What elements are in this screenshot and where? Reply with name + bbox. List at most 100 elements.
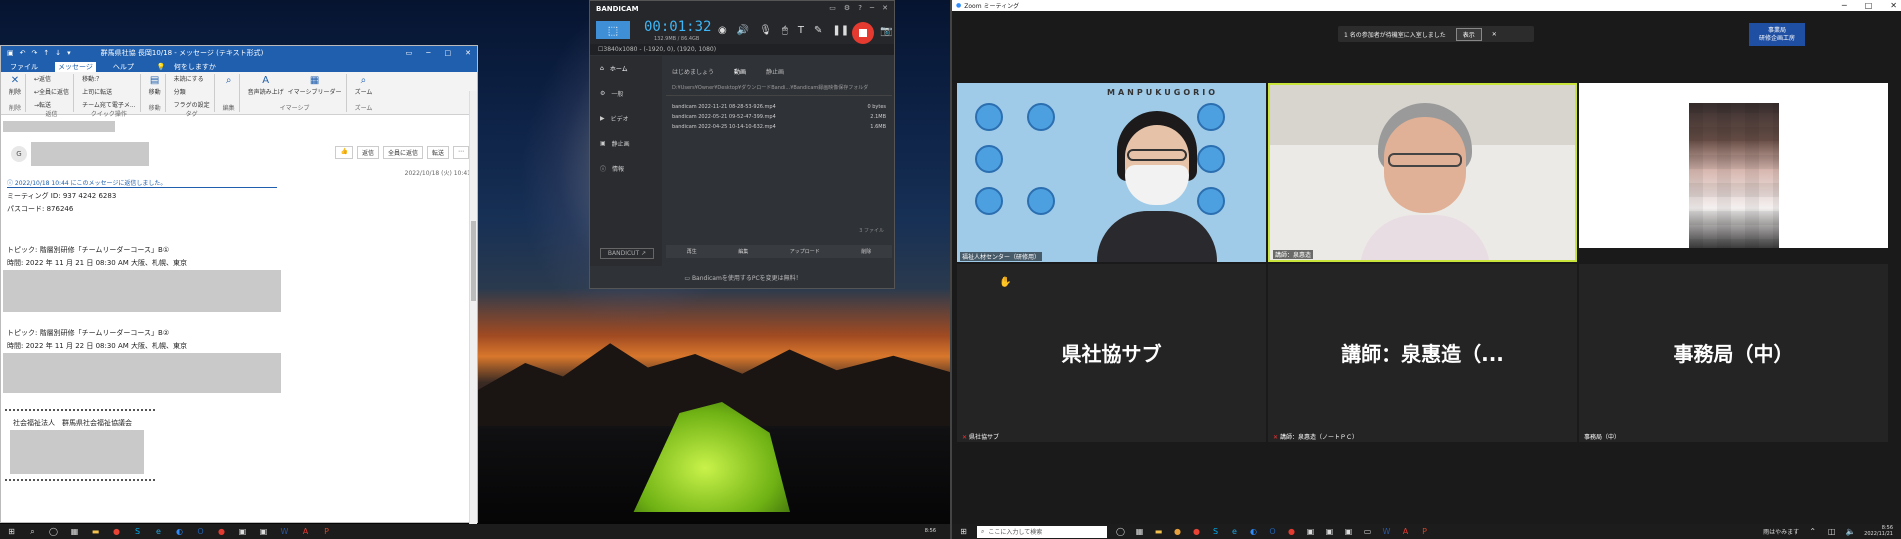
acrobat-app-icon[interactable]: A [300, 526, 311, 537]
file-explorer-icon[interactable]: ▬ [1153, 526, 1164, 537]
close-icon[interactable]: ✕ [465, 49, 471, 57]
minimize-icon[interactable]: ─ [426, 49, 430, 57]
windows-start-icon[interactable]: ⊞ [6, 526, 17, 537]
reply-all-button[interactable]: ↩全員に返信 [34, 87, 69, 96]
sidebar-item-video[interactable]: ▶ ビデオ [590, 106, 662, 131]
camera-app-icon[interactable]: ▭ [1362, 526, 1373, 537]
follow-up-button[interactable]: フラグの設定 [174, 100, 210, 109]
bandicam-app-icon[interactable]: ● [216, 526, 227, 537]
tab-video[interactable]: 動画 [734, 67, 746, 76]
minimize-icon[interactable]: ─ [1842, 1, 1847, 10]
app-icon[interactable]: ▣ [1343, 526, 1354, 537]
edit-button[interactable]: 編集 [738, 248, 748, 255]
folder-icon[interactable]: ▭ [829, 4, 836, 12]
chrome-icon[interactable]: ● [111, 526, 122, 537]
file-row[interactable]: bandicam 2022-11-21 08-28-53-926.mp4 0 by… [672, 102, 886, 112]
scrollbar-thumb[interactable] [471, 221, 476, 301]
read-aloud-button[interactable]: A 音声読み上げ [248, 74, 284, 97]
microphone-icon[interactable]: 🎙 [759, 25, 772, 36]
close-icon[interactable]: ✕ [882, 4, 888, 12]
skype-icon[interactable]: S [1210, 526, 1221, 537]
tab-getting-started[interactable]: はじめましょう [672, 67, 714, 76]
zoom-app-icon[interactable]: ◐ [1248, 526, 1259, 537]
bandicut-button[interactable]: BANDICUT ↗ [600, 248, 654, 259]
widgets-icon[interactable]: ▦ [69, 526, 80, 537]
file-explorer-icon[interactable]: ▬ [90, 526, 101, 537]
screenshot-icon[interactable]: 📷 [880, 26, 892, 37]
volume-icon[interactable]: 🔈 [1845, 526, 1856, 537]
quick-step-team-email[interactable]: チーム宛て電子メ... [82, 100, 136, 109]
tab-image[interactable]: 静止画 [766, 67, 784, 76]
tab-file[interactable]: ファイル [7, 62, 41, 72]
pane-reply-button[interactable]: 返信 [356, 146, 379, 159]
edge-icon[interactable]: e [1229, 526, 1240, 537]
chrome-icon[interactable]: ● [1191, 526, 1202, 537]
gear-icon[interactable]: ⚙ [844, 4, 850, 12]
categorize-button[interactable]: 分類 [174, 87, 186, 96]
pen-icon[interactable]: ✎ [814, 25, 822, 36]
name-tile-1[interactable]: 県社協サブ ✕ 県社協サブ [957, 264, 1266, 442]
powerpoint-app-icon[interactable]: P [321, 526, 332, 537]
name-tile-2[interactable]: 講師：泉惠造（... ✕ 講師：泉惠造（ノートＰＣ） [1268, 264, 1577, 442]
video-tile-1[interactable]: MANPUKUGORIO 福祉人材センター（研修用） [957, 83, 1266, 262]
delete-button[interactable]: 削除 [861, 248, 871, 255]
bandicam-footer[interactable]: ▭ Bandicamを使用するPCを変更は無料！ [590, 273, 896, 282]
bandicam-app-icon[interactable]: ● [1286, 526, 1297, 537]
taskbar-search-box[interactable]: ⌕ ここに入力して検索 [977, 525, 1107, 538]
word-app-icon[interactable]: W [279, 526, 290, 537]
move-button[interactable]: ▤ 移動 [149, 74, 161, 97]
tab-message[interactable]: メッセージ [55, 62, 96, 72]
outlook-app-icon[interactable]: O [1267, 526, 1278, 537]
tell-me-search[interactable]: 💡 何をしますか [151, 62, 222, 72]
task-view-icon[interactable]: ▦ [1134, 526, 1145, 537]
weather-text[interactable]: 雨はやみます [1763, 527, 1799, 536]
play-button[interactable]: 再生 [687, 248, 697, 255]
edge-icon[interactable]: e [153, 526, 164, 537]
help-icon[interactable]: ? [858, 4, 862, 12]
speaker-icon[interactable]: 🔊 [737, 25, 749, 36]
taskbar-clock-right[interactable]: 8:56 2022/11/21 [1864, 525, 1901, 537]
sidebar-item-home[interactable]: ⌂ ホーム [590, 56, 662, 81]
windows-start-icon[interactable]: ⊞ [958, 526, 969, 537]
delete-button[interactable]: ✕ 削除 [9, 74, 21, 97]
video-tile-3-pixelated[interactable] [1579, 83, 1888, 262]
outlook-app-icon[interactable]: O [195, 526, 206, 537]
app-icon[interactable]: ▣ [1324, 526, 1335, 537]
ribbon-display-icon[interactable]: ▭ [406, 49, 413, 57]
cortana-icon[interactable]: ◯ [1115, 526, 1126, 537]
redo-icon[interactable]: ↷ [32, 49, 38, 57]
search-icon[interactable]: ⌕ [27, 526, 38, 537]
message-scrollbar[interactable] [469, 91, 477, 524]
editing-button[interactable]: ⌕ [223, 74, 235, 86]
text-icon[interactable]: T [798, 25, 804, 36]
reply-button[interactable]: ↩返信 [34, 74, 51, 83]
mark-unread-button[interactable]: 未読にする [174, 74, 204, 83]
upload-button[interactable]: アップロード [790, 248, 820, 255]
zoom-app-icon[interactable]: ◐ [174, 526, 185, 537]
close-icon[interactable]: ✕ [1492, 31, 1497, 38]
more-actions-icon[interactable]: ⋯ [453, 146, 469, 159]
name-tile-3[interactable]: 事務局（中） 事務局（中） [1579, 264, 1888, 442]
down-arrow-icon[interactable]: ↓ [55, 49, 61, 57]
sidebar-item-info[interactable]: ⓘ 情報 [590, 156, 662, 181]
minimize-icon[interactable]: ─ [870, 4, 874, 12]
maximize-icon[interactable]: □ [1865, 1, 1873, 10]
undo-icon[interactable]: ↶ [20, 49, 26, 57]
app-icon[interactable]: ▣ [258, 526, 269, 537]
app-icon[interactable]: ▣ [1305, 526, 1316, 537]
word-app-icon[interactable]: W [1381, 526, 1392, 537]
pane-reply-all-button[interactable]: 全員に返信 [382, 146, 423, 159]
file-row[interactable]: bandicam 2022-04-25 10-14-10-632.mp4 1.6M… [672, 122, 886, 132]
skype-icon[interactable]: S [132, 526, 143, 537]
save-icon[interactable]: ▣ [7, 49, 14, 57]
quick-step-to-manager[interactable]: 上司に転送 [82, 87, 112, 96]
customize-qat-icon[interactable]: ▾ [67, 49, 71, 57]
pause-icon[interactable]: ❚❚ [832, 25, 849, 36]
mouse-icon[interactable]: 🖱 [782, 25, 788, 36]
stop-record-button[interactable] [852, 22, 874, 44]
immersive-reader-button[interactable]: ▦ イマーシブリーダー [288, 74, 342, 97]
pane-forward-button[interactable]: 転送 [426, 146, 449, 159]
show-waiting-room-button[interactable]: 表示 [1455, 27, 1482, 41]
powerpoint-app-icon[interactable]: P [1419, 526, 1430, 537]
up-arrow-icon[interactable]: ↑ [43, 49, 49, 57]
